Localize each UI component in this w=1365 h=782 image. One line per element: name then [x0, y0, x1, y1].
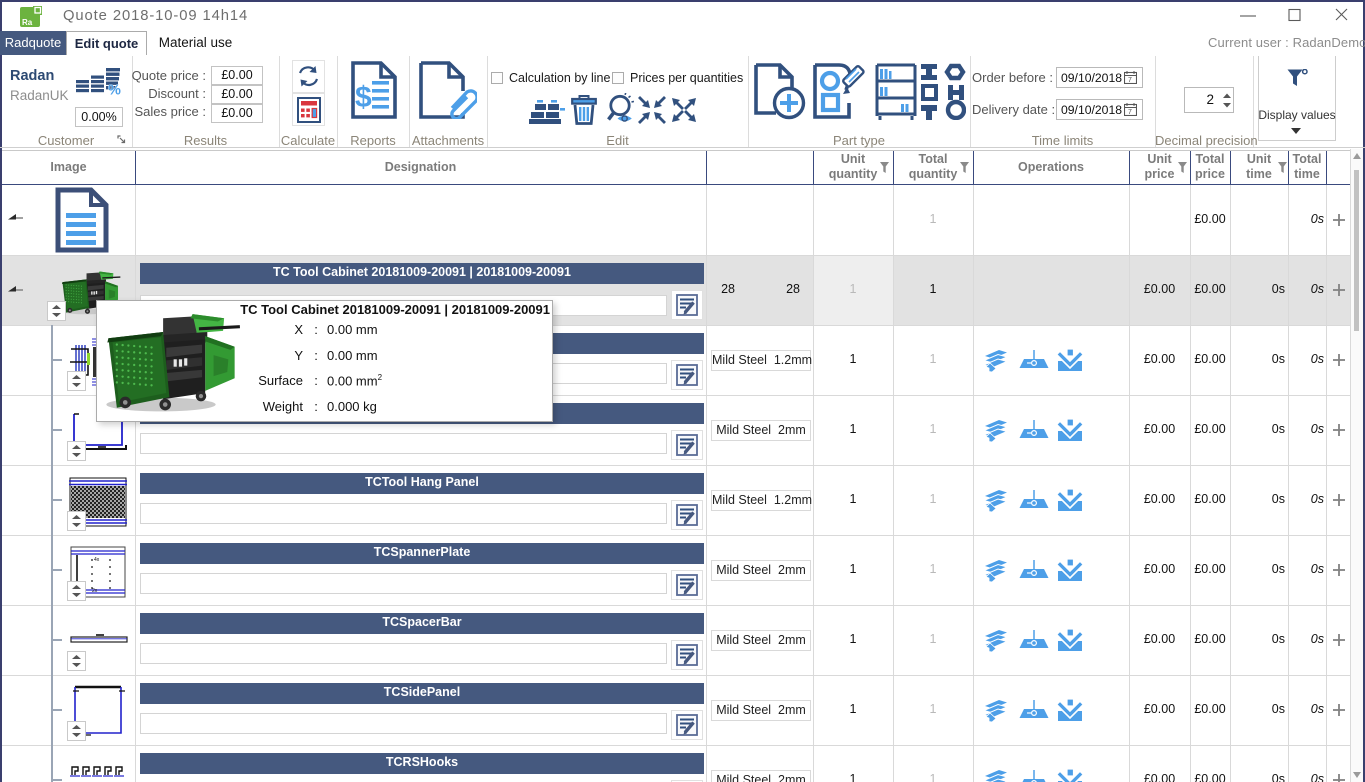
svg-text:7: 7: [1128, 109, 1132, 116]
svg-text:7: 7: [1128, 77, 1132, 84]
svg-text:Ra: Ra: [22, 18, 33, 27]
svg-text:$: $: [355, 81, 372, 114]
svg-text:2x: 2x: [92, 588, 98, 594]
svg-text:4x: 4x: [94, 557, 100, 563]
